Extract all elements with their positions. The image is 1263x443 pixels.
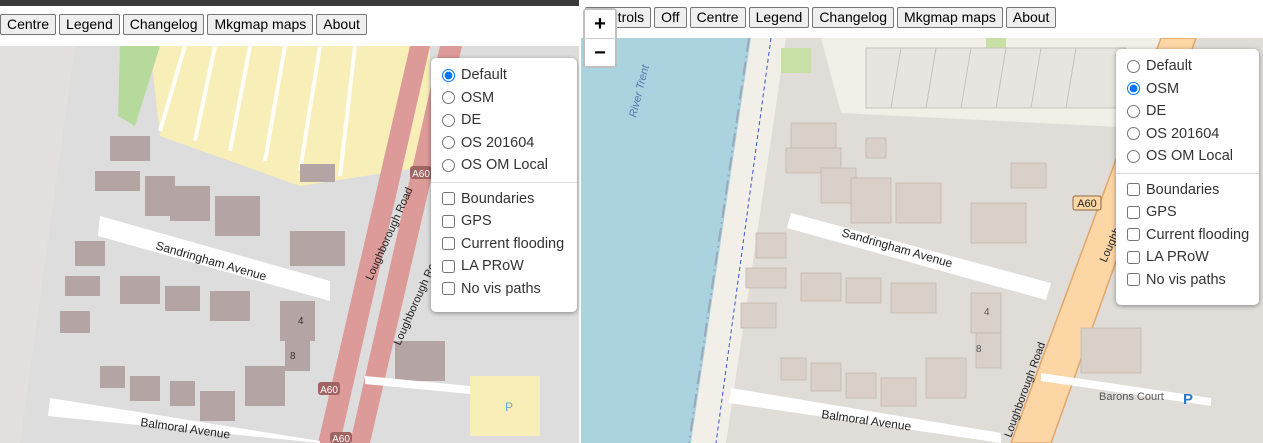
left-map-window: Centre Legend Changelog Mkgmap maps Abou… xyxy=(0,0,580,443)
left-overlay-boundaries[interactable]: Boundaries xyxy=(441,188,567,211)
right-overlay-novispaths[interactable]: No vis paths xyxy=(1126,269,1249,292)
right-overlay-boundaries[interactable]: Boundaries xyxy=(1126,179,1249,202)
right-overlay-gps-checkbox[interactable] xyxy=(1127,205,1140,219)
right-parking-label: P xyxy=(1183,391,1193,408)
left-overlay-flooding[interactable]: Current flooding xyxy=(441,233,567,256)
left-overlay-novispaths-checkbox[interactable] xyxy=(442,282,455,296)
left-overlay-gps-checkbox[interactable] xyxy=(442,214,455,228)
right-base-de-radio[interactable] xyxy=(1127,104,1140,118)
right-toolbar: Controls Off Centre Legend Changelog Mkg… xyxy=(585,7,1057,28)
right-base-osm[interactable]: OSM xyxy=(1126,78,1249,101)
left-overlay-boundaries-label: Boundaries xyxy=(461,190,535,207)
right-overlay-flooding-checkbox[interactable] xyxy=(1127,228,1140,242)
right-overlay-boundaries-checkbox[interactable] xyxy=(1127,183,1140,197)
right-base-os201604-radio[interactable] xyxy=(1127,127,1140,141)
right-base-default-radio[interactable] xyxy=(1127,59,1140,73)
left-changelog-button[interactable]: Changelog xyxy=(122,14,205,35)
left-base-default-label: Default xyxy=(461,67,507,84)
left-about-button[interactable]: About xyxy=(316,14,367,35)
left-overlay-gps-label: GPS xyxy=(461,213,492,230)
right-off-button[interactable]: Off xyxy=(654,7,687,28)
left-base-de[interactable]: DE xyxy=(441,109,567,132)
left-house-number-8: 8 xyxy=(290,351,296,362)
right-overlay-boundaries-label: Boundaries xyxy=(1146,181,1220,198)
left-a60-ref-bottom: A60 xyxy=(320,385,338,396)
right-layers-separator xyxy=(1116,172,1259,174)
left-window-title-strip xyxy=(0,0,580,6)
left-base-osomlocal-radio[interactable] xyxy=(442,158,455,172)
right-overlay-laprow-checkbox[interactable] xyxy=(1127,250,1140,264)
right-zoom-control: + − xyxy=(583,8,617,68)
left-parking-label: P xyxy=(505,400,513,414)
left-overlay-flooding-label: Current flooding xyxy=(461,235,565,252)
right-overlay-gps-label: GPS xyxy=(1146,204,1177,221)
right-base-osomlocal[interactable]: OS OM Local xyxy=(1126,145,1249,168)
left-house-number-4: 4 xyxy=(298,316,304,327)
right-overlay-laprow[interactable]: LA PRoW xyxy=(1126,246,1249,269)
left-overlay-laprow-label: LA PRoW xyxy=(461,258,524,275)
right-legend-button[interactable]: Legend xyxy=(748,7,810,28)
right-base-de-label: DE xyxy=(1146,103,1167,120)
right-base-os201604-label: OS 201604 xyxy=(1146,125,1220,142)
left-base-osm-radio[interactable] xyxy=(442,91,455,105)
left-base-default[interactable]: Default xyxy=(441,64,567,87)
left-toolbar: Centre Legend Changelog Mkgmap maps Abou… xyxy=(0,14,367,35)
right-overlay-flooding-label: Current flooding xyxy=(1146,226,1250,243)
left-base-osomlocal-label: OS OM Local xyxy=(461,157,549,174)
right-overlay-flooding[interactable]: Current flooding xyxy=(1126,224,1249,247)
right-base-osm-label: OSM xyxy=(1146,80,1180,97)
left-base-osm[interactable]: OSM xyxy=(441,87,567,110)
zoom-in-button[interactable]: + xyxy=(585,10,615,38)
right-base-osm-radio[interactable] xyxy=(1127,82,1140,96)
left-base-default-radio[interactable] xyxy=(442,68,455,82)
left-overlay-flooding-checkbox[interactable] xyxy=(442,237,455,251)
left-a60-ref-bottom2: A60 xyxy=(332,434,350,443)
right-overlay-novispaths-checkbox[interactable] xyxy=(1127,273,1140,287)
right-changelog-button[interactable]: Changelog xyxy=(812,7,895,28)
right-mkgmap-maps-button[interactable]: Mkgmap maps xyxy=(897,7,1003,28)
right-overlay-novispaths-label: No vis paths xyxy=(1146,271,1226,288)
left-overlay-novispaths[interactable]: No vis paths xyxy=(441,278,567,301)
right-base-os201604[interactable]: OS 201604 xyxy=(1126,123,1249,146)
right-base-osomlocal-radio[interactable] xyxy=(1127,149,1140,163)
left-base-osm-label: OSM xyxy=(461,89,495,106)
left-base-os201604[interactable]: OS 201604 xyxy=(441,132,567,155)
right-layers-control: Default OSM DE OS 201604 OS OM Local Bou… xyxy=(1116,49,1259,305)
right-about-button[interactable]: About xyxy=(1005,7,1057,28)
right-base-default-label: Default xyxy=(1146,58,1192,75)
right-barons-court-label: Barons Court xyxy=(1099,391,1164,403)
right-overlay-gps[interactable]: GPS xyxy=(1126,201,1249,224)
right-house-number-8: 8 xyxy=(976,344,982,355)
right-base-de[interactable]: DE xyxy=(1126,100,1249,123)
left-base-osomlocal[interactable]: OS OM Local xyxy=(441,154,567,177)
left-layers-control: Default OSM DE OS 201604 OS OM Local Bou… xyxy=(431,58,577,312)
left-centre-button[interactable]: Centre xyxy=(0,14,57,35)
left-overlay-gps[interactable]: GPS xyxy=(441,210,567,233)
right-a60-ref: A60 xyxy=(1077,198,1097,210)
right-map-window: Controls Off Centre Legend Changelog Mkg… xyxy=(581,0,1263,443)
left-overlay-laprow[interactable]: LA PRoW xyxy=(441,255,567,278)
right-house-number-4: 4 xyxy=(984,307,990,318)
left-mkgmap-maps-button[interactable]: Mkgmap maps xyxy=(207,14,314,35)
left-base-de-label: DE xyxy=(461,112,482,129)
left-overlay-novispaths-label: No vis paths xyxy=(461,280,541,297)
left-overlay-laprow-checkbox[interactable] xyxy=(442,259,455,273)
right-base-osomlocal-label: OS OM Local xyxy=(1146,148,1234,165)
left-layers-separator xyxy=(431,181,577,183)
left-overlay-boundaries-checkbox[interactable] xyxy=(442,192,455,206)
left-base-de-radio[interactable] xyxy=(442,113,455,127)
right-centre-button[interactable]: Centre xyxy=(689,7,746,28)
zoom-out-button[interactable]: − xyxy=(585,38,615,66)
right-base-default[interactable]: Default xyxy=(1126,55,1249,78)
right-overlay-laprow-label: LA PRoW xyxy=(1146,249,1209,266)
left-base-os201604-radio[interactable] xyxy=(442,136,455,150)
left-a60-ref-top: A60 xyxy=(412,169,430,180)
left-legend-button[interactable]: Legend xyxy=(59,14,120,35)
left-base-os201604-label: OS 201604 xyxy=(461,134,535,151)
